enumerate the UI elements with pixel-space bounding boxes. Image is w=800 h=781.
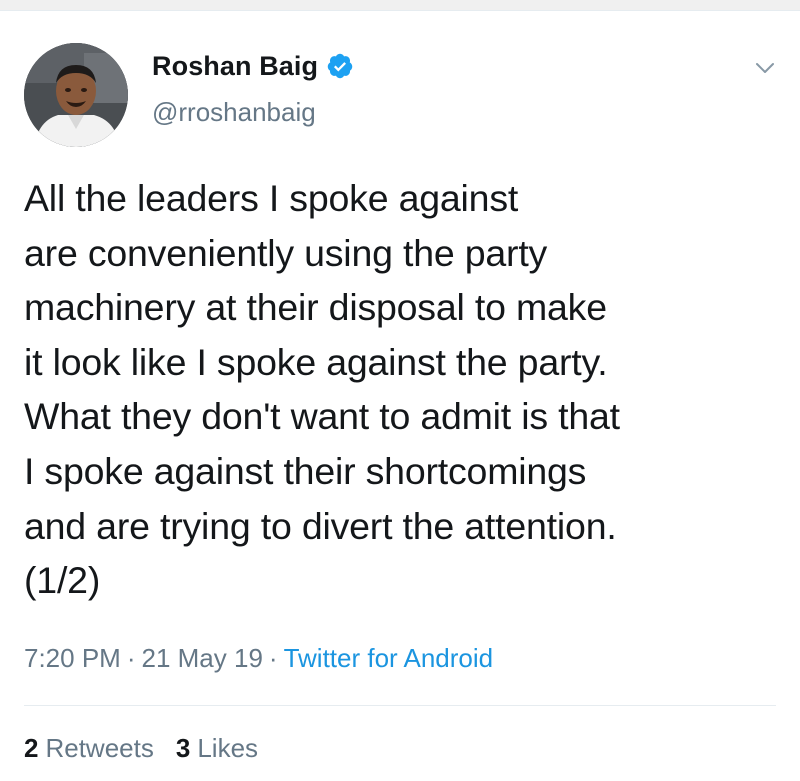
verified-badge-icon xyxy=(326,52,354,80)
likes-stat[interactable]: 3 Likes xyxy=(176,733,258,764)
author-handle[interactable]: @rroshanbaig xyxy=(152,97,316,128)
meta-separator: · xyxy=(268,643,278,673)
author-display-name[interactable]: Roshan Baig xyxy=(152,51,318,82)
likes-label: Likes xyxy=(197,733,259,763)
meta-separator: · xyxy=(126,643,136,673)
stats-divider xyxy=(24,705,776,706)
author-name-row[interactable]: Roshan Baig xyxy=(152,49,354,83)
likes-count: 3 xyxy=(175,733,191,763)
tweet-stats: 2 Retweets 3 Likes xyxy=(24,733,280,764)
tweet-meta: 7:20 PM · 21 May 19 · Twitter for Androi… xyxy=(24,643,493,674)
tweet-text: All the leaders I spoke against are conv… xyxy=(24,177,620,602)
tweet-card: Roshan Baig @rroshanbaig All the leaders… xyxy=(0,11,800,781)
retweets-stat[interactable]: 2 Retweets xyxy=(24,733,154,764)
chevron-down-icon[interactable] xyxy=(752,55,778,81)
tweet-date[interactable]: 21 May 19 xyxy=(142,643,263,674)
retweets-label: Retweets xyxy=(45,733,154,763)
profile-photo-icon xyxy=(24,43,128,147)
retweets-count: 2 xyxy=(24,733,39,763)
tweet-source-link[interactable]: Twitter for Android xyxy=(284,643,494,674)
tweet-time[interactable]: 7:20 PM xyxy=(24,643,121,674)
author-avatar[interactable] xyxy=(24,43,128,147)
top-separator xyxy=(0,0,800,11)
